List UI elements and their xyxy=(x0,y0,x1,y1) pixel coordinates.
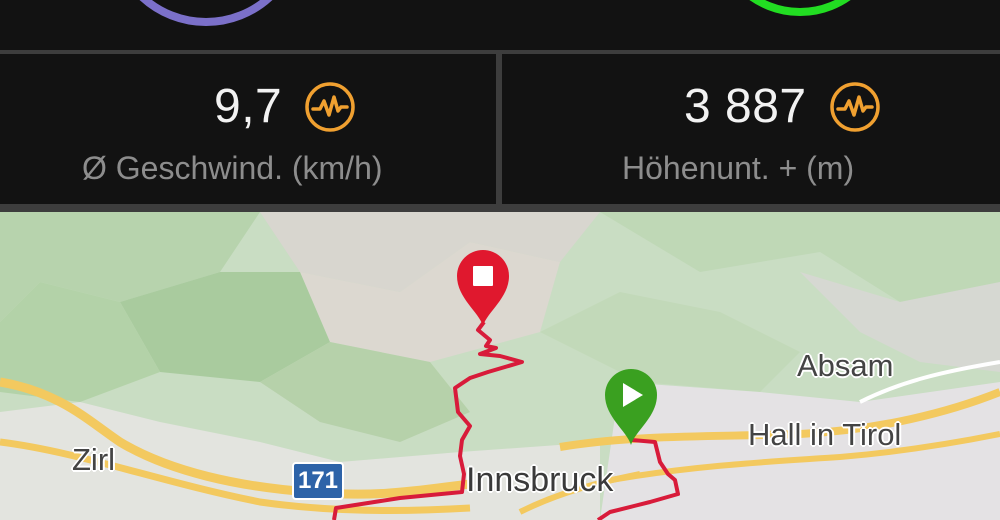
divider xyxy=(496,54,502,204)
heart-rate-wave-icon xyxy=(829,82,880,132)
route-map[interactable]: Absam Hall in Tirol Zirl Innsbruck 171 xyxy=(0,212,1000,520)
right-progress-ring xyxy=(712,0,888,16)
elevation-gain-label: Höhenunt. + (m) xyxy=(622,150,855,186)
elevation-gain-stat[interactable]: 3 887 Höhenunt. + (m) xyxy=(502,54,998,204)
summary-rings-strip xyxy=(0,0,1000,50)
start-marker-icon[interactable] xyxy=(601,367,661,447)
finish-marker-icon[interactable] xyxy=(453,248,513,328)
elevation-gain-value: 3 887 xyxy=(684,80,807,133)
road-number-shield: 171 xyxy=(292,462,344,500)
left-progress-ring xyxy=(108,0,304,26)
avg-speed-stat[interactable]: 9,7 Ø Geschwind. (km/h) xyxy=(0,54,496,204)
place-label-zirl: Zirl xyxy=(72,442,116,477)
heart-rate-wave-icon xyxy=(305,82,355,132)
place-label-hall: Hall in Tirol xyxy=(748,417,902,452)
divider xyxy=(0,204,1000,212)
place-label-absam: Absam xyxy=(797,348,894,383)
place-label-innsbruck: Innsbruck xyxy=(466,461,614,499)
avg-speed-label: Ø Geschwind. (km/h) xyxy=(82,150,383,186)
avg-speed-value: 9,7 xyxy=(214,80,283,133)
